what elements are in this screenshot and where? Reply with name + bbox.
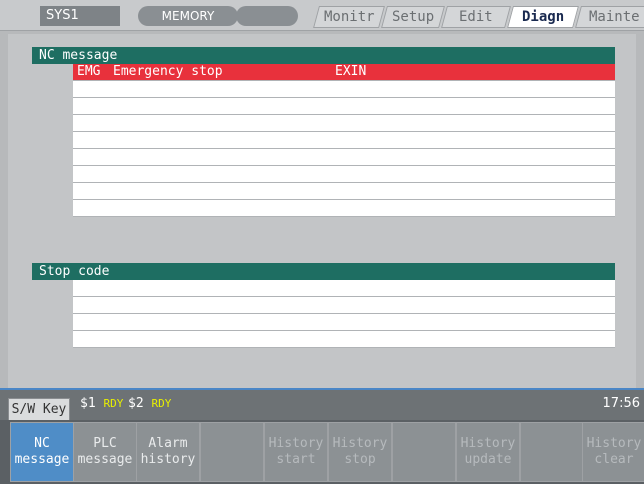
- tab-monitr[interactable]: Monitr: [313, 6, 385, 28]
- channel-2-status: $2 RDY: [128, 396, 171, 411]
- plc-message-key[interactable]: PLC message: [73, 422, 137, 482]
- channel-1-ready: RDY: [103, 397, 124, 410]
- function-key-bar: NC message PLC message Alarm history Histor…: [0, 420, 644, 484]
- system-indicator: SYS1: [40, 6, 120, 26]
- nc-message-key[interactable]: NC message: [10, 422, 74, 482]
- status-bar: S/W Key $1 RDY $2 RDY 17:56: [0, 388, 644, 422]
- stop-code-row[interactable]: [73, 297, 615, 314]
- nc-message-row[interactable]: [73, 98, 615, 115]
- stop-code-title: Stop code: [32, 263, 615, 280]
- channel-1-status: $1 RDY: [80, 396, 123, 411]
- nc-message-row[interactable]: [73, 200, 615, 217]
- sw-key-button[interactable]: S/W Key: [8, 398, 70, 422]
- message-text: Emergency stop: [113, 64, 223, 79]
- stop-code-list: [73, 280, 615, 348]
- function-key-blank-4[interactable]: [200, 422, 264, 482]
- history-stop-key[interactable]: History stop: [328, 422, 392, 482]
- message-detail: EXIN: [335, 64, 367, 79]
- function-key-blank-9[interactable]: [520, 422, 584, 482]
- tab-mainte[interactable]: Mainte: [575, 6, 644, 28]
- stop-code-row[interactable]: [73, 314, 615, 331]
- alarm-history-key[interactable]: Alarm history: [136, 422, 200, 482]
- nc-message-row[interactable]: [73, 132, 615, 149]
- history-update-key[interactable]: History update: [456, 422, 520, 482]
- nc-message-row[interactable]: [73, 166, 615, 183]
- nc-message-row[interactable]: [73, 149, 615, 166]
- mode-indicator-blank: [236, 6, 298, 26]
- clock: 17:56: [602, 396, 640, 411]
- history-clear-key[interactable]: History clear: [582, 422, 644, 482]
- nc-message-row[interactable]: [73, 183, 615, 200]
- history-start-key[interactable]: History start: [264, 422, 328, 482]
- nc-message-list: EMG Emergency stop EXIN: [73, 64, 615, 217]
- nc-message-row[interactable]: EMG Emergency stop EXIN: [73, 64, 615, 81]
- tab-setup[interactable]: Setup: [381, 6, 445, 28]
- top-bar: SYS1 MEMORY Monitr Setup Edit Diagn Main…: [0, 0, 644, 31]
- nc-message-row[interactable]: [73, 81, 615, 98]
- tab-diagn[interactable]: Diagn: [507, 6, 579, 28]
- stop-code-row[interactable]: [73, 331, 615, 348]
- channel-2-ready: RDY: [151, 397, 172, 410]
- stop-code-row[interactable]: [73, 280, 615, 297]
- nc-message-row[interactable]: [73, 115, 615, 132]
- nc-message-title: NC message: [32, 47, 615, 64]
- function-key-blank-7[interactable]: [392, 422, 456, 482]
- tab-edit[interactable]: Edit: [441, 6, 511, 28]
- operation-mode: MEMORY: [138, 6, 238, 26]
- channel-1-label: $1: [80, 396, 96, 411]
- channel-2-label: $2: [128, 396, 144, 411]
- message-code: EMG: [77, 64, 101, 79]
